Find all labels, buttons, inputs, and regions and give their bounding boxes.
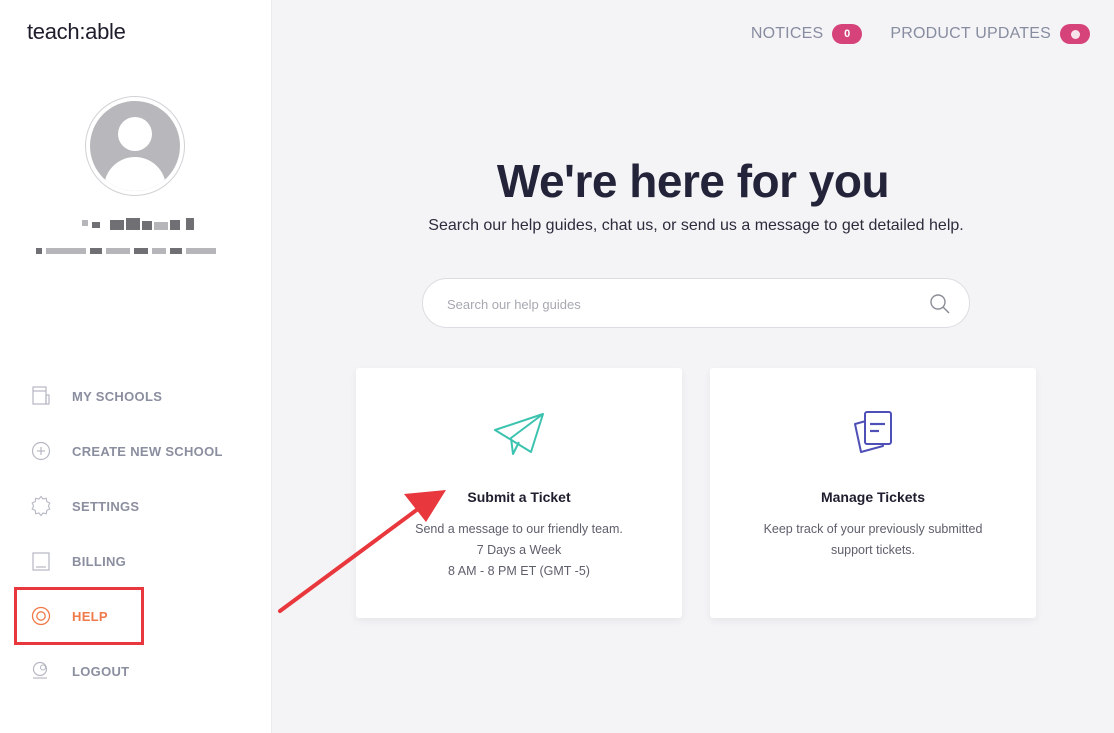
paper-plane-icon [494,413,544,455]
product-updates-label: PRODUCT UPDATES [890,25,1051,42]
product-updates-link[interactable]: PRODUCT UPDATES [890,24,1090,44]
help-search-input[interactable] [447,293,917,315]
teachable-logo[interactable]: teach:able [27,19,126,45]
help-search-box [422,278,970,328]
card-title: Manage Tickets [820,489,925,505]
page-subtitle: Search our help guides, chat us, or send… [428,217,964,234]
redacted-user-name [82,218,194,230]
sidebar-item-label: SETTINGS [72,498,140,514]
card-description-line: Send a message to our friendly team. [415,522,623,536]
sidebar-item-create-new-school[interactable]: CREATE NEW SCHOOL [30,438,250,464]
sidebar-item-billing[interactable]: BILLING [30,548,250,574]
card-description-line: Keep track of your previously submitted [763,522,983,536]
sidebar-item-label: MY SCHOOLS [72,388,163,404]
card-description-line: 7 Days a Week [476,543,562,557]
card-title: Submit a Ticket [467,489,571,505]
sidebar-item-my-schools[interactable]: MY SCHOOLS [30,383,250,409]
plus-circle-icon [31,441,51,461]
sidebar-item-label: BILLING [72,553,127,569]
search-icon[interactable] [929,293,951,315]
product-updates-badge [1060,24,1090,44]
card-description: Keep track of your previously submitted … [710,519,1036,561]
card-description-line: 8 AM - 8 PM ET (GMT -5) [448,564,590,578]
sidebar-item-label: LOGOUT [72,663,130,679]
top-bar: NOTICES 0 PRODUCT UPDATES [723,24,1090,44]
gear-icon [31,495,51,517]
notices-count-badge: 0 [832,24,863,44]
manage-tickets-card[interactable]: Manage Tickets Keep track of your previo… [710,368,1036,618]
documents-icon [854,411,892,453]
building-icon [32,386,50,405]
card-description-line: support tickets. [830,543,916,557]
logout-icon [32,661,48,679]
card-description: Send a message to our friendly team. 7 D… [356,519,682,582]
sidebar-item-label: CREATE NEW SCHOOL [72,443,223,459]
notices-label: NOTICES [750,25,824,42]
annotation-highlight-box [14,587,144,645]
redacted-user-email [36,246,226,254]
sidebar-item-settings[interactable]: SETTINGS [30,493,250,519]
sidebar-item-logout[interactable]: LOGOUT [30,658,250,684]
receipt-icon [32,552,50,571]
page-title: We're here for you [496,155,890,207]
notices-link[interactable]: NOTICES 0 [751,24,863,44]
avatar[interactable] [85,96,185,196]
avatar-placeholder-icon [90,101,180,191]
submit-ticket-card[interactable]: Submit a Ticket Send a message to our fr… [356,368,682,618]
